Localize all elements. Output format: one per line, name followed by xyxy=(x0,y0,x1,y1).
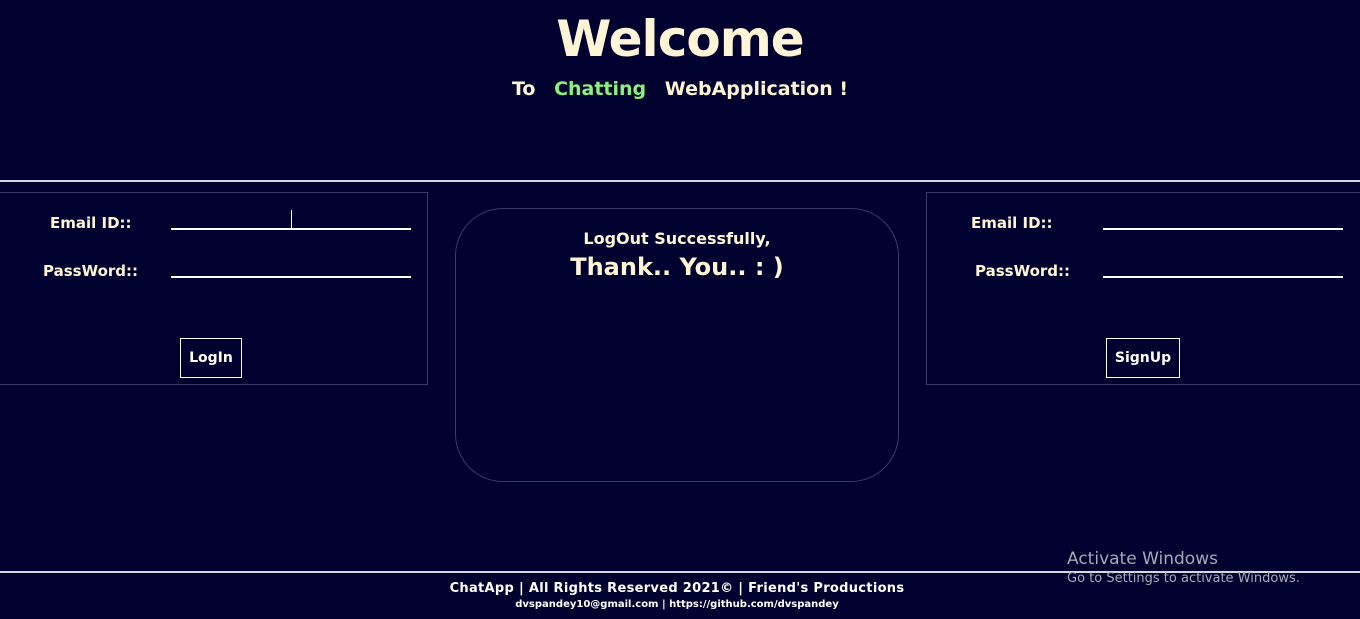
header: Welcome To Chatting WebApplication ! xyxy=(0,0,1360,182)
signup-password-label: PassWord:: xyxy=(975,262,1071,280)
activate-windows-watermark: Activate Windows Go to Settings to activ… xyxy=(1067,549,1300,586)
page-title: Welcome xyxy=(556,10,804,68)
page: Welcome To Chatting WebApplication ! Ema… xyxy=(0,0,1360,619)
logout-message-box: LogOut Successfully, Thank.. You.. : ) xyxy=(455,208,899,482)
signup-email-label: Email ID:: xyxy=(971,214,1053,232)
text-caret xyxy=(291,210,292,228)
thank-you-message: Thank.. You.. : ) xyxy=(570,253,784,281)
signup-button[interactable]: SignUp xyxy=(1106,338,1180,378)
watermark-title: Activate Windows xyxy=(1067,549,1218,569)
signup-panel: Email ID:: PassWord:: SignUp xyxy=(926,192,1360,385)
subtitle-suffix: WebApplication ! xyxy=(664,78,849,100)
subtitle-accent: Chatting xyxy=(554,78,647,100)
login-password-label: PassWord:: xyxy=(43,262,139,280)
page-subtitle: To Chatting WebApplication ! xyxy=(0,78,1360,100)
login-password-input[interactable] xyxy=(171,256,411,278)
signup-password-input[interactable] xyxy=(1103,256,1343,278)
login-button[interactable]: LogIn xyxy=(180,338,242,378)
login-email-label: Email ID:: xyxy=(50,214,132,232)
footer-contact: dvspandey10@gmail.com | https://github.c… xyxy=(515,599,839,610)
signup-email-input[interactable] xyxy=(1103,208,1343,230)
subtitle-prefix: To xyxy=(511,78,536,100)
login-panel: Email ID:: PassWord:: LogIn xyxy=(0,192,428,385)
watermark-subtitle: Go to Settings to activate Windows. xyxy=(1067,571,1300,586)
logout-message: LogOut Successfully, xyxy=(583,229,771,248)
